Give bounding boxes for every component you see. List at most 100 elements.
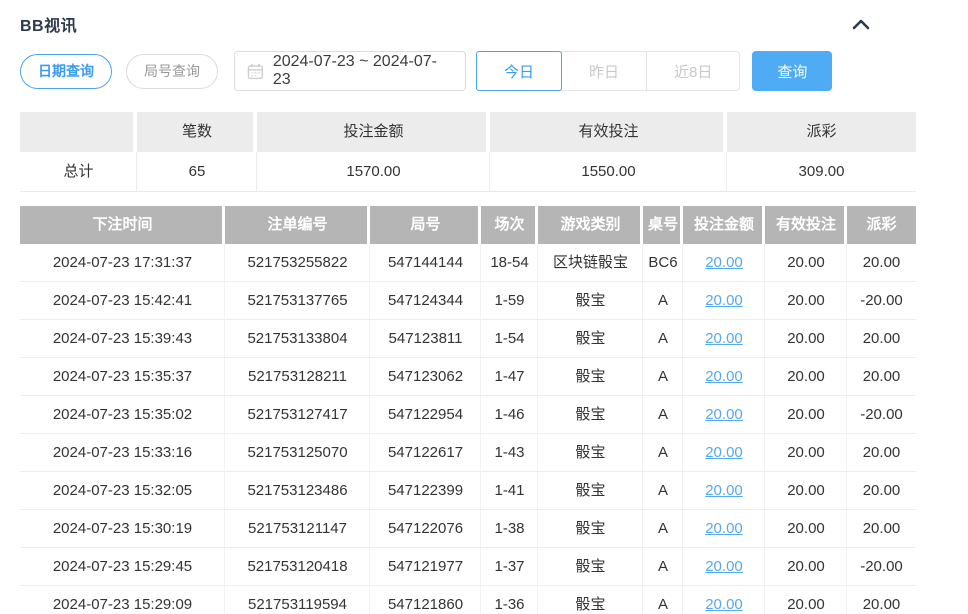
cell-payout: 20.00 xyxy=(847,434,916,472)
date-range-input[interactable]: 2024-07-23 ~ 2024-07-23 xyxy=(234,51,466,91)
cell-round-id: 547124344 xyxy=(370,282,481,320)
records-col-bet-id: 注单编号 xyxy=(225,206,370,244)
table-row: 2024-07-23 15:39:43521753133804547123811… xyxy=(20,320,916,358)
cell-round-id: 547122617 xyxy=(370,434,481,472)
cell-session: 1-59 xyxy=(481,282,538,320)
range-today-button[interactable]: 今日 xyxy=(476,51,562,91)
cell-payout: -20.00 xyxy=(847,282,916,320)
cell-bet-amount: 20.00 xyxy=(683,320,765,358)
cell-bet-amount: 20.00 xyxy=(683,282,765,320)
cell-payout: 20.00 xyxy=(847,358,916,396)
cell-table-id: A xyxy=(643,320,683,358)
cell-game-type: 骰宝 xyxy=(538,472,643,510)
cell-game-type: 区块链骰宝 xyxy=(538,244,643,282)
records-col-session: 场次 xyxy=(481,206,538,244)
cell-table-id: A xyxy=(643,282,683,320)
cell-table-id: A xyxy=(643,510,683,548)
cell-payout: -20.00 xyxy=(847,548,916,586)
table-row: 2024-07-23 15:30:19521753121147547122076… xyxy=(20,510,916,548)
cell-session: 1-36 xyxy=(481,586,538,614)
bet-amount-link[interactable]: 20.00 xyxy=(705,444,743,461)
collapse-button[interactable] xyxy=(852,18,870,30)
cell-bet-time: 2024-07-23 15:30:19 xyxy=(20,510,225,548)
panel-header: BB视讯 xyxy=(20,0,916,46)
cell-bet-id: 521753121147 xyxy=(225,510,370,548)
records-col-valid-bet: 有效投注 xyxy=(765,206,847,244)
bet-amount-link[interactable]: 20.00 xyxy=(705,558,743,575)
cell-table-id: A xyxy=(643,434,683,472)
chevron-up-icon xyxy=(852,18,870,30)
cell-session: 1-54 xyxy=(481,320,538,358)
cell-bet-amount: 20.00 xyxy=(683,244,765,282)
cell-bet-amount: 20.00 xyxy=(683,548,765,586)
summary-total-count: 65 xyxy=(137,152,257,192)
records-col-round-id: 局号 xyxy=(370,206,481,244)
table-row: 2024-07-23 15:35:02521753127417547122954… xyxy=(20,396,916,434)
cell-valid-bet: 20.00 xyxy=(765,434,847,472)
cell-payout: 20.00 xyxy=(847,320,916,358)
cell-payout: 20.00 xyxy=(847,510,916,548)
cell-table-id: A xyxy=(643,472,683,510)
tab-round-query[interactable]: 局号查询 xyxy=(126,54,218,89)
tab-date-query[interactable]: 日期查询 xyxy=(20,54,112,89)
cell-round-id: 547122076 xyxy=(370,510,481,548)
cell-bet-id: 521753119594 xyxy=(225,586,370,614)
cell-round-id: 547122954 xyxy=(370,396,481,434)
records-col-bet-amount: 投注金额 xyxy=(683,206,765,244)
bet-amount-link[interactable]: 20.00 xyxy=(705,368,743,385)
bet-amount-link[interactable]: 20.00 xyxy=(705,596,743,613)
cell-valid-bet: 20.00 xyxy=(765,548,847,586)
bet-amount-link[interactable]: 20.00 xyxy=(705,482,743,499)
cell-session: 18-54 xyxy=(481,244,538,282)
cell-round-id: 547121860 xyxy=(370,586,481,614)
summary-total-valid-bet: 1550.00 xyxy=(490,152,727,192)
table-row: 2024-07-23 15:29:45521753120418547121977… xyxy=(20,548,916,586)
records-col-payout: 派彩 xyxy=(847,206,916,244)
records-col-bet-time: 下注时间 xyxy=(20,206,225,244)
cell-game-type: 骰宝 xyxy=(538,358,643,396)
cell-bet-amount: 20.00 xyxy=(683,396,765,434)
cell-bet-amount: 20.00 xyxy=(683,358,765,396)
summary-col-payout: 派彩 xyxy=(727,112,916,152)
cell-session: 1-47 xyxy=(481,358,538,396)
bet-amount-link[interactable]: 20.00 xyxy=(705,520,743,537)
cell-payout: 20.00 xyxy=(847,244,916,282)
bet-amount-link[interactable]: 20.00 xyxy=(705,254,743,271)
cell-game-type: 骰宝 xyxy=(538,586,643,614)
search-button[interactable]: 查询 xyxy=(752,51,832,91)
cell-valid-bet: 20.00 xyxy=(765,358,847,396)
cell-game-type: 骰宝 xyxy=(538,434,643,472)
cell-bet-id: 521753133804 xyxy=(225,320,370,358)
cell-bet-time: 2024-07-23 15:32:05 xyxy=(20,472,225,510)
cell-bet-amount: 20.00 xyxy=(683,472,765,510)
cell-bet-time: 2024-07-23 15:35:37 xyxy=(20,358,225,396)
table-row: 2024-07-23 17:31:37521753255822547144144… xyxy=(20,244,916,282)
bb-video-panel: BB视讯 日期查询 局号查询 2024-07-23 ~ 2024-07-23 xyxy=(0,0,936,614)
bet-amount-link[interactable]: 20.00 xyxy=(705,330,743,347)
cell-session: 1-43 xyxy=(481,434,538,472)
cell-game-type: 骰宝 xyxy=(538,282,643,320)
cell-bet-id: 521753137765 xyxy=(225,282,370,320)
records-table-body: 2024-07-23 17:31:37521753255822547144144… xyxy=(20,244,916,614)
cell-valid-bet: 20.00 xyxy=(765,320,847,358)
cell-payout: 20.00 xyxy=(847,472,916,510)
cell-bet-id: 521753125070 xyxy=(225,434,370,472)
cell-table-id: BC6 xyxy=(643,244,683,282)
summary-table: 笔数 投注金额 有效投注 派彩 总计 65 1570.00 1550.00 30… xyxy=(20,112,916,192)
cell-bet-time: 2024-07-23 17:31:37 xyxy=(20,244,225,282)
cell-round-id: 547123062 xyxy=(370,358,481,396)
range-yesterday-button[interactable]: 昨日 xyxy=(561,51,647,91)
records-col-table-id: 桌号 xyxy=(643,206,683,244)
range-last8days-button[interactable]: 近8日 xyxy=(646,51,740,91)
records-table: 下注时间 注单编号 局号 场次 游戏类别 桌号 投注金额 有效投注 派彩 202… xyxy=(20,206,916,614)
summary-col-valid-bet: 有效投注 xyxy=(490,112,727,152)
summary-col-blank xyxy=(20,112,137,152)
bet-amount-link[interactable]: 20.00 xyxy=(705,292,743,309)
cell-table-id: A xyxy=(643,548,683,586)
cell-payout: -20.00 xyxy=(847,396,916,434)
cell-bet-id: 521753128211 xyxy=(225,358,370,396)
cell-bet-time: 2024-07-23 15:39:43 xyxy=(20,320,225,358)
bet-amount-link[interactable]: 20.00 xyxy=(705,406,743,423)
cell-session: 1-46 xyxy=(481,396,538,434)
cell-bet-time: 2024-07-23 15:33:16 xyxy=(20,434,225,472)
